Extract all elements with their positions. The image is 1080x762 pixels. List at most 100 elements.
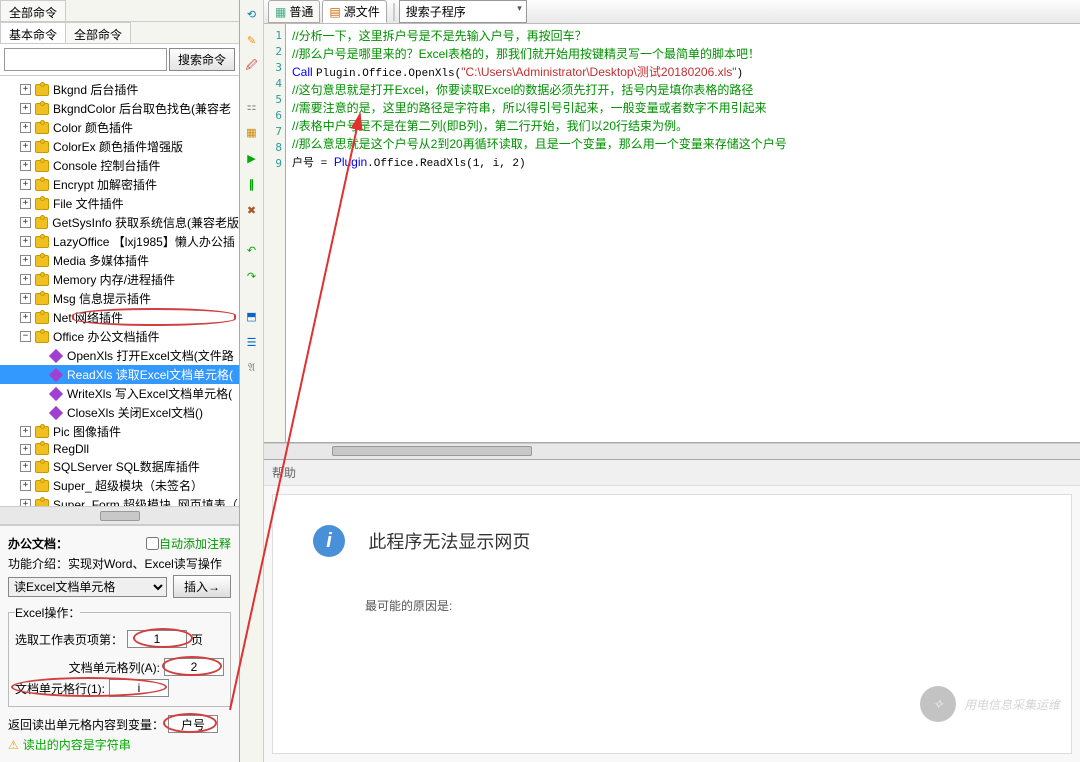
tool-3[interactable]: 🖉	[242, 56, 262, 76]
tab-source[interactable]: ▤源文件	[322, 0, 386, 23]
diamond-icon	[49, 348, 63, 362]
tree-item[interactable]: +SQLServer SQL数据库插件	[0, 457, 239, 476]
command-tree[interactable]: + Bkgnd 后台插件+BkgndColor 后台取色找色(兼容老+Color …	[0, 76, 239, 506]
warn-icon: ⚠	[8, 738, 19, 752]
tree-item[interactable]: + Pic 图像插件	[0, 422, 239, 441]
tab-all-cmd-top[interactable]: 全部命令	[0, 0, 66, 21]
tree-item[interactable]: + LazyOffice 【lxj1985】懒人办公插	[0, 232, 239, 251]
code-hscroll[interactable]	[264, 443, 1080, 459]
tool-redo[interactable]: ↷	[242, 266, 262, 286]
tree-item[interactable]: WriteXls 写入Excel文档单元格(	[0, 384, 239, 403]
tree-item[interactable]: +BkgndColor 后台取色找色(兼容老	[0, 99, 239, 118]
expander-icon[interactable]: +	[20, 122, 31, 133]
intro-text: 实现对Word、Excel读写操作	[68, 555, 222, 572]
tool-11[interactable]: 𝔄	[242, 358, 262, 378]
search-button[interactable]: 搜索命令	[169, 48, 235, 71]
puzzle-icon	[35, 160, 49, 172]
expander-icon[interactable]: +	[20, 255, 31, 266]
puzzle-icon	[35, 426, 49, 438]
search-subroutine-dropdown[interactable]: 搜索子程序	[399, 0, 527, 23]
tool-undo[interactable]: ↶	[242, 240, 262, 260]
search-input[interactable]	[4, 48, 167, 71]
tool-6[interactable]: ▶	[242, 148, 262, 168]
tree-label: Pic 图像插件	[53, 423, 121, 440]
help-title: 此程序无法显示网页	[368, 528, 530, 554]
cell-col-input[interactable]	[164, 658, 224, 676]
tool-8[interactable]: ✖	[242, 200, 262, 220]
tool-7[interactable]: ∥	[242, 174, 262, 194]
tree-label: Net 网络插件	[53, 309, 123, 326]
expander-icon[interactable]: +	[20, 160, 31, 171]
expander-icon[interactable]: +	[20, 198, 31, 209]
sheet-label: 选取工作表页项第：	[15, 631, 123, 648]
tree-item[interactable]: +RegDll	[0, 441, 239, 457]
tree-label: OpenXls 打开Excel文档(文件路	[67, 347, 234, 364]
tree-item[interactable]: +Console 控制台插件	[0, 156, 239, 175]
operation-select[interactable]: 读Excel文档单元格	[8, 577, 167, 597]
cell-col-label: 文档单元格列(A):	[69, 659, 160, 676]
expander-icon[interactable]: +	[20, 141, 31, 152]
insert-button[interactable]: 插入→	[173, 575, 231, 598]
tree-label: Bkgnd 后台插件	[53, 81, 138, 98]
expander-icon[interactable]: +	[20, 103, 31, 114]
tool-10[interactable]: ☰	[242, 332, 262, 352]
tree-item[interactable]: + Net 网络插件	[0, 308, 239, 327]
tree-label: GetSysInfo 获取系统信息(兼容老版	[52, 214, 239, 231]
sheet-input[interactable]	[127, 630, 187, 648]
puzzle-icon	[35, 480, 49, 492]
auto-comment-label: 自动添加注释	[159, 535, 231, 552]
puzzle-icon	[35, 103, 49, 115]
diamond-icon	[49, 405, 63, 419]
tree-hscroll[interactable]	[0, 506, 239, 524]
tree-item[interactable]: ReadXls 读取Excel文档单元格(	[0, 365, 239, 384]
tree-item[interactable]: + GetSysInfo 获取系统信息(兼容老版	[0, 213, 239, 232]
expander-icon[interactable]: +	[20, 84, 31, 95]
tree-item[interactable]: + ColorEx 颜色插件增强版	[0, 137, 239, 156]
tool-5[interactable]: ▦	[242, 122, 262, 142]
tree-item[interactable]: +Super_Form 超级模块_网页填表（	[0, 495, 239, 506]
cell-row-input[interactable]	[109, 679, 169, 697]
tool-1[interactable]: ⟲	[242, 4, 262, 24]
expander-icon[interactable]: +	[20, 426, 31, 437]
tree-label: LazyOffice 【lxj1985】懒人办公插	[53, 233, 235, 250]
tab-normal[interactable]: ▦普通	[268, 0, 320, 23]
tool-2[interactable]: ✎	[242, 30, 262, 50]
tree-item[interactable]: +Super_ 超级模块（未签名）	[0, 476, 239, 495]
tree-item[interactable]: +Msg 信息提示插件	[0, 289, 239, 308]
tree-label: ColorEx 颜色插件增强版	[53, 138, 183, 155]
tab-all[interactable]: 全部命令	[65, 22, 131, 43]
expander-icon[interactable]: −	[20, 331, 31, 342]
line-gutter: 123456789	[264, 24, 286, 442]
top-small-tabs: 全部命令	[0, 0, 239, 22]
tree-item[interactable]: +Color 颜色插件	[0, 118, 239, 137]
expander-icon[interactable]: +	[20, 293, 31, 304]
tree-item[interactable]: + Bkgnd 后台插件	[0, 80, 239, 99]
tool-4[interactable]: ⚏	[242, 96, 262, 116]
return-var-input[interactable]	[168, 715, 218, 733]
expander-icon[interactable]: +	[20, 444, 31, 455]
puzzle-icon	[35, 443, 49, 455]
expander-icon[interactable]: +	[20, 461, 31, 472]
tree-item[interactable]: +Memory 内存/进程插件	[0, 270, 239, 289]
puzzle-icon	[35, 293, 49, 305]
tool-9[interactable]: ⬒	[242, 306, 262, 326]
expander-icon[interactable]: +	[20, 217, 31, 228]
tree-item[interactable]: OpenXls 打开Excel文档(文件路	[0, 346, 239, 365]
tree-item[interactable]: −Office 办公文档插件	[0, 327, 239, 346]
expander-icon[interactable]: +	[20, 179, 31, 190]
tree-label: File 文件插件	[53, 195, 124, 212]
expander-icon[interactable]: +	[20, 499, 31, 506]
auto-comment-checkbox[interactable]	[146, 537, 159, 550]
tree-item[interactable]: +Encrypt 加解密插件	[0, 175, 239, 194]
tab-basic[interactable]: 基本命令	[0, 22, 66, 43]
expander-icon[interactable]: +	[20, 312, 31, 323]
expander-icon[interactable]: +	[20, 274, 31, 285]
expander-icon[interactable]: +	[20, 480, 31, 491]
expander-icon[interactable]: +	[20, 236, 31, 247]
tree-item[interactable]: + File 文件插件	[0, 194, 239, 213]
code-editor[interactable]: //分析一下，这里拆户号是不是先输入户号，再按回车？ //那么户号是哪里来的？E…	[286, 24, 1080, 442]
tree-item[interactable]: +Media 多媒体插件	[0, 251, 239, 270]
puzzle-icon	[35, 461, 49, 473]
watermark: ✧ 用电信息采集运维	[920, 686, 1060, 722]
tree-item[interactable]: CloseXls 关闭Excel文档()	[0, 403, 239, 422]
